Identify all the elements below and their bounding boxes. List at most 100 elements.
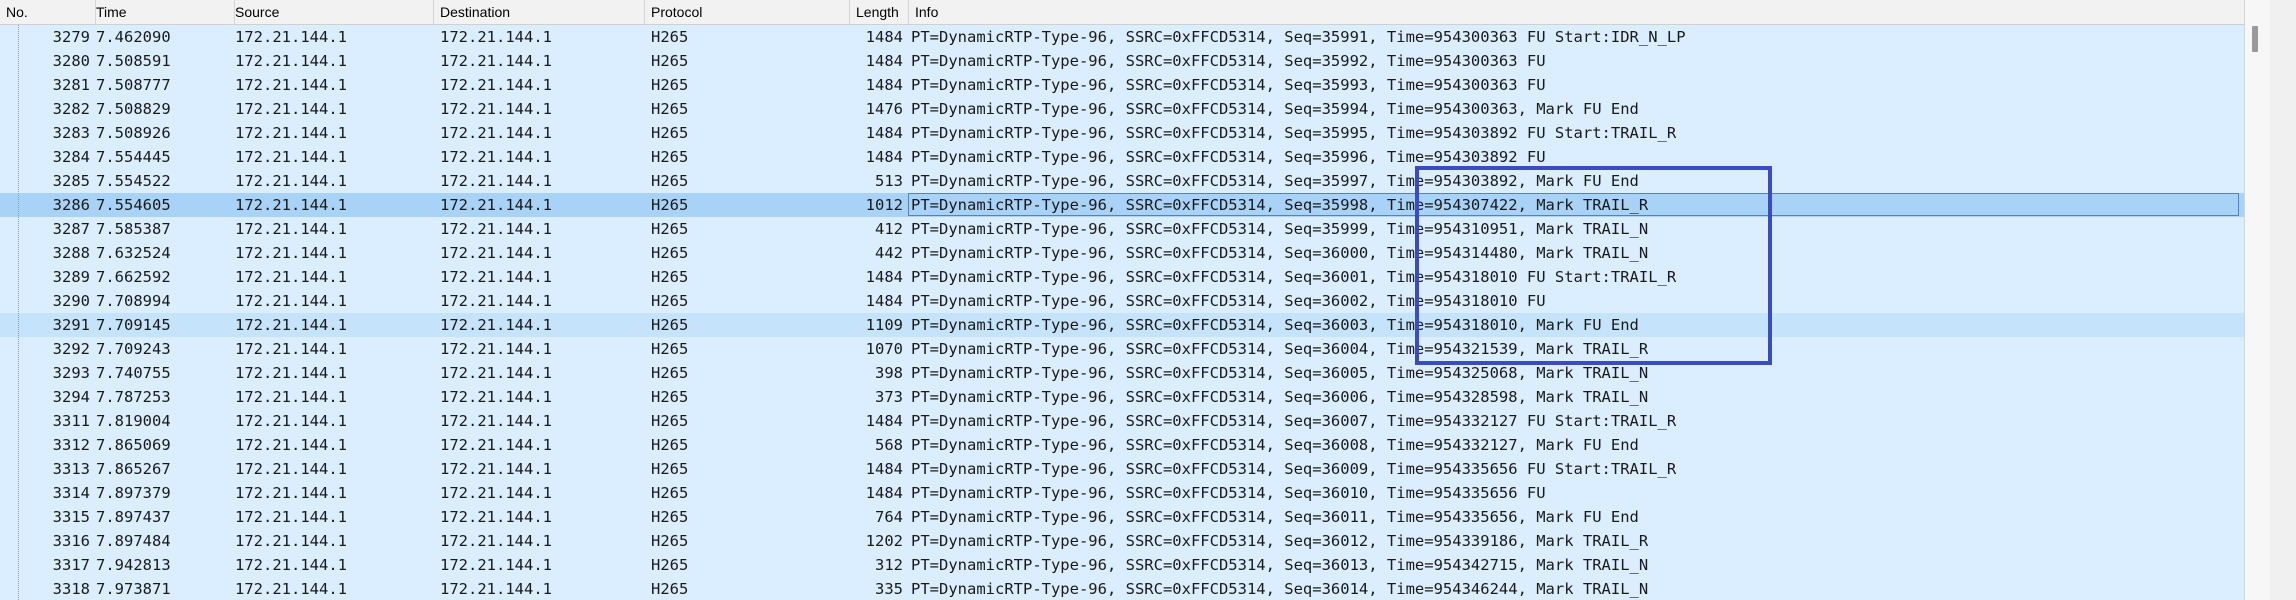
cell-info: PT=DynamicRTP-Type-96, SSRC=0xFFCD5314, …	[911, 52, 1546, 70]
packet-row[interactable]: 3287 7.585387 172.21.144.1 172.21.144.1 H265…	[0, 217, 2244, 241]
annotation-highlight-box	[1415, 166, 1772, 365]
column-header-length[interactable]: Length	[850, 0, 909, 24]
cell-destination: 172.21.144.1	[440, 316, 552, 334]
cell-protocol: H265	[651, 76, 689, 94]
cell-no: 3279	[52, 28, 90, 46]
cell-destination: 172.21.144.1	[440, 124, 552, 142]
cell-time: 7.508777	[96, 76, 171, 94]
cell-no: 3280	[52, 52, 90, 70]
cell-time: 7.508926	[96, 124, 171, 142]
scrollbar-track[interactable]	[2244, 0, 2270, 600]
packet-row[interactable]: 3292 7.709243 172.21.144.1 172.21.144.1 H265…	[0, 337, 2244, 361]
cell-time: 7.632524	[96, 244, 171, 262]
packet-row[interactable]: 3318 7.973871 172.21.144.1 172.21.144.1 H265…	[0, 577, 2244, 600]
cell-protocol: H265	[651, 124, 689, 142]
cell-source: 172.21.144.1	[235, 340, 347, 358]
cell-time: 7.662592	[96, 268, 171, 286]
cell-length: 1484	[865, 124, 903, 142]
column-header-info[interactable]: Info	[909, 0, 2244, 24]
cell-length: 312	[875, 556, 903, 574]
cell-protocol: H265	[651, 28, 689, 46]
cell-no: 3281	[52, 76, 90, 94]
cell-time: 7.554445	[96, 148, 171, 166]
column-header-protocol[interactable]: Protocol	[645, 0, 850, 24]
cell-source: 172.21.144.1	[235, 460, 347, 478]
cell-length: 442	[875, 244, 903, 262]
cell-destination: 172.21.144.1	[440, 484, 552, 502]
cell-length: 373	[875, 388, 903, 406]
cell-info: PT=DynamicRTP-Type-96, SSRC=0xFFCD5314, …	[911, 124, 1677, 142]
cell-time: 7.787253	[96, 388, 171, 406]
packet-row-related[interactable]: 3291 7.709145 172.21.144.1 172.21.144.1 H265…	[0, 313, 2244, 337]
cell-time: 7.508591	[96, 52, 171, 70]
cell-time: 7.554605	[96, 196, 171, 214]
cell-no: 3313	[52, 460, 90, 478]
cell-destination: 172.21.144.1	[440, 268, 552, 286]
packet-row[interactable]: 3288 7.632524 172.21.144.1 172.21.144.1 H265…	[0, 241, 2244, 265]
scrollbar-thumb[interactable]	[2252, 26, 2258, 52]
packet-row[interactable]: 3290 7.708994 172.21.144.1 172.21.144.1 H265…	[0, 289, 2244, 313]
cell-no: 3294	[52, 388, 90, 406]
cell-length: 1484	[865, 460, 903, 478]
cell-time: 7.865069	[96, 436, 171, 454]
packet-row[interactable]: 3316 7.897484 172.21.144.1 172.21.144.1 H265…	[0, 529, 2244, 553]
cell-destination: 172.21.144.1	[440, 388, 552, 406]
cell-length: 513	[875, 172, 903, 190]
cell-protocol: H265	[651, 412, 689, 430]
cell-source: 172.21.144.1	[235, 316, 347, 334]
packet-row[interactable]: 3312 7.865069 172.21.144.1 172.21.144.1 H265…	[0, 433, 2244, 457]
packet-row[interactable]: 3317 7.942813 172.21.144.1 172.21.144.1 H265…	[0, 553, 2244, 577]
cell-destination: 172.21.144.1	[440, 100, 552, 118]
cell-time: 7.462090	[96, 28, 171, 46]
packet-row[interactable]: 3283 7.508926 172.21.144.1 172.21.144.1 H265…	[0, 121, 2244, 145]
packet-row[interactable]: 3289 7.662592 172.21.144.1 172.21.144.1 H265…	[0, 265, 2244, 289]
cell-source: 172.21.144.1	[235, 364, 347, 382]
cell-info: PT=DynamicRTP-Type-96, SSRC=0xFFCD5314, …	[911, 556, 1649, 574]
cell-destination: 172.21.144.1	[440, 196, 552, 214]
cell-source: 172.21.144.1	[235, 484, 347, 502]
cell-protocol: H265	[651, 364, 689, 382]
packet-row[interactable]: 3284 7.554445 172.21.144.1 172.21.144.1 H265…	[0, 145, 2244, 169]
cell-source: 172.21.144.1	[235, 76, 347, 94]
cell-time: 7.897484	[96, 532, 171, 550]
cell-protocol: H265	[651, 172, 689, 190]
column-header-destination[interactable]: Destination	[434, 0, 645, 24]
cell-destination: 172.21.144.1	[440, 412, 552, 430]
column-header-time[interactable]: Time	[90, 0, 235, 24]
packet-row[interactable]: 3294 7.787253 172.21.144.1 172.21.144.1 H265…	[0, 385, 2244, 409]
packet-row[interactable]: 3315 7.897437 172.21.144.1 172.21.144.1 H265…	[0, 505, 2244, 529]
packet-row[interactable]: 3313 7.865267 172.21.144.1 172.21.144.1 H265…	[0, 457, 2244, 481]
cell-length: 1070	[865, 340, 903, 358]
column-header-no[interactable]: No.	[0, 0, 96, 24]
packet-row[interactable]: 3281 7.508777 172.21.144.1 172.21.144.1 H265…	[0, 73, 2244, 97]
cell-destination: 172.21.144.1	[440, 580, 552, 598]
packet-row[interactable]: 3314 7.897379 172.21.144.1 172.21.144.1 H265…	[0, 481, 2244, 505]
cell-source: 172.21.144.1	[235, 100, 347, 118]
packet-row[interactable]: 3279 7.462090 172.21.144.1 172.21.144.1 H265…	[0, 25, 2244, 49]
cell-no: 3317	[52, 556, 90, 574]
cell-source: 172.21.144.1	[235, 436, 347, 454]
cell-no: 3288	[52, 244, 90, 262]
cell-destination: 172.21.144.1	[440, 244, 552, 262]
cell-length: 764	[875, 508, 903, 526]
cell-time: 7.585387	[96, 220, 171, 238]
packet-row-selected[interactable]: 3286 7.554605 172.21.144.1 172.21.144.1 H265…	[0, 193, 2244, 217]
vertical-scrollbar[interactable]	[2244, 0, 2296, 600]
cell-protocol: H265	[651, 532, 689, 550]
cell-protocol: H265	[651, 148, 689, 166]
cell-info: PT=DynamicRTP-Type-96, SSRC=0xFFCD5314, …	[911, 532, 1649, 550]
packet-row[interactable]: 3282 7.508829 172.21.144.1 172.21.144.1 H265…	[0, 97, 2244, 121]
column-header-source[interactable]: Source	[229, 0, 434, 24]
packet-row[interactable]: 3311 7.819004 172.21.144.1 172.21.144.1 H265…	[0, 409, 2244, 433]
cell-protocol: H265	[651, 100, 689, 118]
cell-protocol: H265	[651, 52, 689, 70]
cell-no: 3285	[52, 172, 90, 190]
packet-row[interactable]: 3280 7.508591 172.21.144.1 172.21.144.1 H265…	[0, 49, 2244, 73]
cell-info: PT=DynamicRTP-Type-96, SSRC=0xFFCD5314, …	[911, 28, 1686, 46]
cell-length: 335	[875, 580, 903, 598]
packet-row[interactable]: 3285 7.554522 172.21.144.1 172.21.144.1 H265…	[0, 169, 2244, 193]
packet-row[interactable]: 3293 7.740755 172.21.144.1 172.21.144.1 H265…	[0, 361, 2244, 385]
cell-source: 172.21.144.1	[235, 148, 347, 166]
cell-no: 3283	[52, 124, 90, 142]
cell-time: 7.819004	[96, 412, 171, 430]
